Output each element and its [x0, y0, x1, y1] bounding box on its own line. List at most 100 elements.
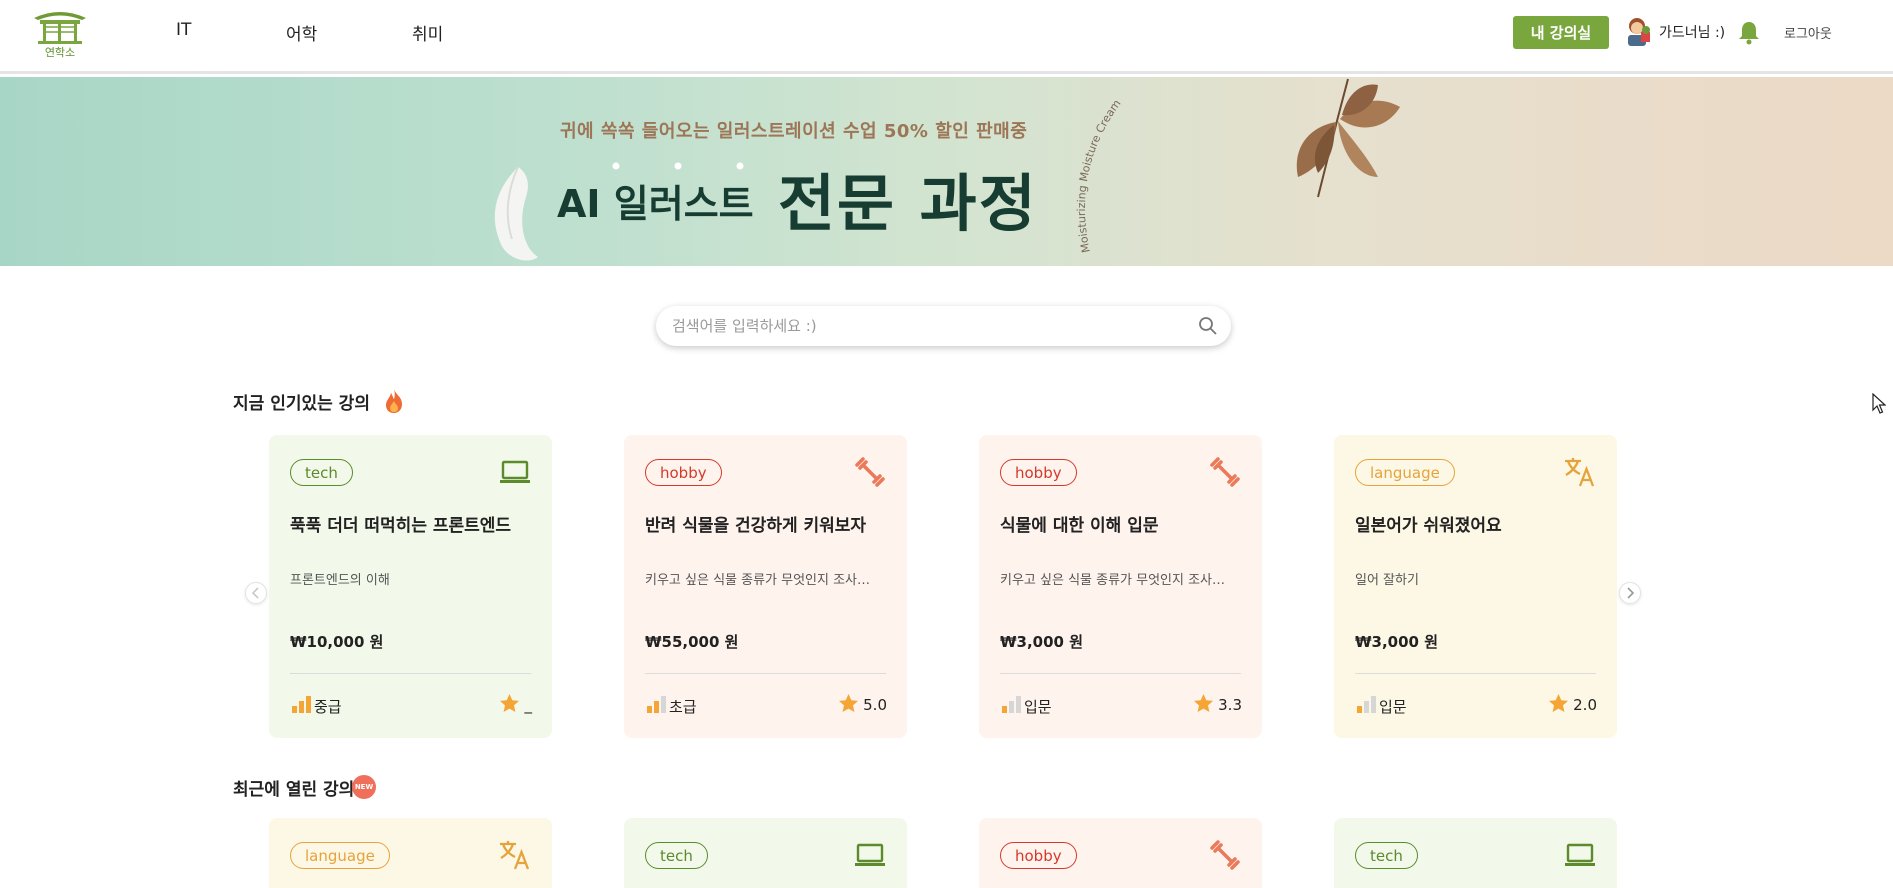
avatar[interactable]	[1622, 16, 1652, 47]
curved-caption: Moisturizing Moisture Cream	[1075, 97, 1124, 254]
carousel-prev-button[interactable]	[245, 582, 267, 604]
promo-banner[interactable]: 귀에 쏙쏙 들어오는 일러스트레이션 수업 50% 할인 판매중 AI 일러스트…	[0, 77, 1893, 266]
banner-title-bold: 전문 과정	[778, 167, 1038, 240]
level-bar	[292, 706, 297, 713]
course-rating: _	[524, 696, 533, 714]
banner-subtitle: 귀에 쏙쏙 들어오는 일러스트레이션 수업 50% 할인 판매중	[560, 121, 1028, 142]
course-description: 키우고 싶은 식물 종류가 무엇인지 조사…	[1000, 573, 1226, 588]
course-rating: 5.0	[863, 696, 887, 714]
translate-icon	[500, 841, 530, 870]
course-level: 입문	[1024, 698, 1052, 716]
category-tag: language	[290, 842, 390, 869]
level-bar	[1364, 701, 1369, 713]
level-bar	[306, 696, 311, 713]
laptop-icon	[1565, 843, 1595, 866]
nav-language[interactable]: 어학	[286, 20, 317, 45]
nav-it[interactable]: IT	[176, 20, 191, 40]
fire-icon	[386, 389, 402, 413]
course-price: ₩10,000 원	[290, 633, 384, 651]
banner-title-light: AI 일러스트	[557, 182, 754, 226]
course-price: ₩55,000 원	[645, 633, 739, 651]
dumbbell-icon	[1210, 840, 1240, 870]
course-description: 일어 잘하기	[1355, 573, 1419, 588]
course-rating: 3.3	[1218, 696, 1242, 714]
dumbbell-icon	[1210, 457, 1240, 487]
course-price: ₩3,000 원	[1000, 633, 1084, 651]
course-card[interactable]: language 일본어가 쉬워졌어요 일어 잘하기 ₩3,000 원 입문 2…	[1334, 435, 1617, 738]
level-bar	[1002, 706, 1007, 713]
search-icon[interactable]	[1198, 316, 1218, 336]
course-level: 중급	[314, 698, 342, 716]
bell-icon[interactable]	[1736, 19, 1762, 45]
chevron-left-icon	[251, 587, 259, 599]
curved-caption-text: Moisturizing Moisture Cream	[1075, 97, 1124, 254]
level-bar	[1371, 696, 1376, 713]
user-name: 가드너님 :)	[1659, 25, 1726, 41]
star-icon	[839, 694, 858, 712]
dumbbell-icon	[855, 457, 885, 487]
category-tag: tech	[645, 842, 708, 869]
star-icon	[1194, 694, 1213, 712]
course-card[interactable]: hobby 반려 식물을 건강하게 키워보자 키우고 싶은 식물 종류가 무엇인…	[624, 435, 907, 738]
level-bar	[654, 701, 659, 713]
level-bar	[661, 696, 666, 713]
leaves-image	[1296, 78, 1400, 198]
level-bar	[1016, 696, 1021, 713]
course-title: 일본어가 쉬워졌어요	[1355, 516, 1502, 536]
card-divider	[290, 673, 531, 674]
level-bar	[647, 706, 652, 713]
level-bar	[1009, 701, 1014, 713]
course-card[interactable]: tech	[624, 818, 907, 888]
category-tag: hobby	[1000, 459, 1077, 486]
level-bars-icon	[292, 696, 311, 713]
course-card[interactable]: language	[269, 818, 552, 888]
search-bar	[656, 306, 1231, 346]
course-title: 푹푹 더더 떠먹히는 프론트엔드	[290, 516, 512, 536]
course-description: 프론트엔드의 이해	[290, 573, 390, 588]
course-card[interactable]: tech	[1334, 818, 1617, 888]
my-classroom-button[interactable]: 내 강의실	[1513, 16, 1609, 49]
chevron-right-icon	[1627, 587, 1635, 599]
course-rating: 2.0	[1573, 696, 1597, 714]
recent-section-title: 최근에 열린 강의	[233, 780, 355, 800]
category-tag: hobby	[645, 459, 722, 486]
category-tag: language	[1355, 459, 1455, 486]
laptop-icon	[500, 460, 530, 483]
level-bars-icon	[647, 696, 666, 713]
laptop-icon	[855, 843, 885, 866]
course-card[interactable]: tech 푹푹 더더 떠먹히는 프론트엔드 프론트엔드의 이해 ₩10,000 …	[269, 435, 552, 738]
top-header: 연학소 IT 어학 취미 내 강의실 가드너님 :) 로그아웃	[0, 0, 1893, 74]
card-divider	[1000, 673, 1241, 674]
category-tag: tech	[1355, 842, 1418, 869]
carousel-next-button[interactable]	[1619, 582, 1641, 604]
level-bar	[1357, 706, 1362, 713]
course-title: 반려 식물을 건강하게 키워보자	[645, 516, 867, 536]
star-icon	[500, 694, 519, 712]
new-badge: NEW	[352, 775, 376, 799]
logo[interactable]: 연학소	[32, 8, 88, 59]
nav-hobby[interactable]: 취미	[412, 20, 443, 45]
course-price: ₩3,000 원	[1355, 633, 1439, 651]
category-tag: hobby	[1000, 842, 1077, 869]
decorative-dots	[612, 162, 744, 170]
translate-icon	[1565, 458, 1595, 487]
course-description: 키우고 싶은 식물 종류가 무엇인지 조사…	[645, 573, 871, 588]
course-level: 초급	[669, 698, 697, 716]
level-bars-icon	[1002, 696, 1021, 713]
search-input[interactable]	[672, 306, 1172, 346]
course-level: 입문	[1379, 698, 1407, 716]
mouse-cursor-icon	[1872, 393, 1886, 414]
course-title: 식물에 대한 이해 입문	[1000, 516, 1159, 536]
course-card[interactable]: hobby 식물에 대한 이해 입문 키우고 싶은 식물 종류가 무엇인지 조사…	[979, 435, 1262, 738]
card-divider	[1355, 673, 1596, 674]
cream-swirl-image	[494, 167, 538, 261]
course-card[interactable]: hobby	[979, 818, 1262, 888]
svg-text:Moisturizing Moisture Cream: Moisturizing Moisture Cream	[1075, 97, 1124, 254]
card-divider	[645, 673, 886, 674]
logo-text: 연학소	[44, 46, 76, 59]
popular-section-title: 지금 인기있는 강의	[233, 394, 370, 414]
logout-link[interactable]: 로그아웃	[1784, 23, 1832, 42]
level-bar	[299, 701, 304, 713]
star-icon	[1549, 694, 1568, 712]
category-tag: tech	[290, 459, 353, 486]
